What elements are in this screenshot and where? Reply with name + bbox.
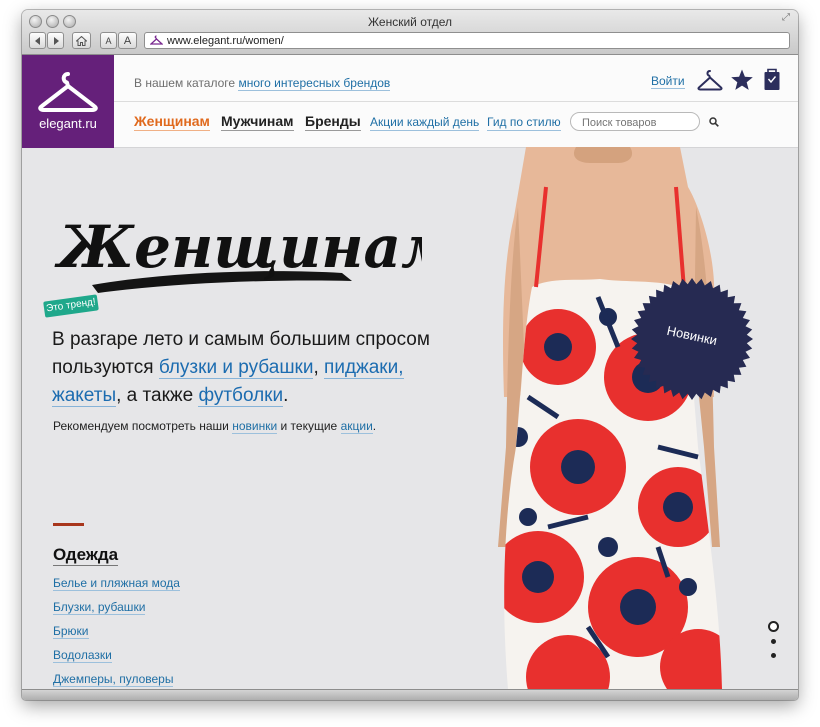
address-bar[interactable]: www.elegant.ru/women/ [144, 32, 790, 49]
header-divider [114, 101, 798, 102]
recommend-text: Рекомендуем посмотреть наши новинки и те… [53, 419, 377, 434]
home-icon [75, 35, 88, 46]
category-link-trousers[interactable]: Брюки [53, 624, 89, 639]
slider-dot-3[interactable] [771, 653, 776, 658]
slider-dot-2[interactable] [771, 639, 776, 644]
hanger-icon[interactable] [697, 68, 723, 92]
nav-promo[interactable]: Акции каждый день [370, 115, 480, 131]
nav-men[interactable]: Мужчинам [221, 112, 294, 131]
catalog-prefix: В нашем каталоге [134, 76, 236, 90]
new-arrivals-link[interactable]: новинки [232, 419, 278, 434]
window-title: Женский отдел [367, 15, 452, 29]
tshirts-link[interactable]: футболки [198, 385, 284, 407]
web-page: elegant.ru В нашем каталоге много интере… [22, 55, 798, 689]
forward-button[interactable] [47, 32, 64, 49]
nav-brands[interactable]: Бренды [305, 112, 361, 131]
clothing-heading[interactable]: Одежда [53, 545, 119, 566]
star-icon[interactable] [730, 68, 754, 92]
lead-part-4: . [283, 385, 289, 406]
catalog-tagline: В нашем каталоге много интересных брендо… [134, 76, 391, 91]
logo-hanger-icon [38, 72, 98, 112]
nav-women[interactable]: Женщинам [134, 112, 210, 131]
fullscreen-icon[interactable]: ⤢ [782, 13, 792, 23]
hero-script-title: Женщинам [54, 213, 422, 293]
browser-window: Женский отдел ⤢ A A www.elegant.ru/women… [22, 10, 798, 700]
url-text: www.elegant.ru/women/ [167, 35, 284, 47]
hero-lead-text: В разгаре лето и самым большим спросом п… [52, 326, 472, 410]
model-photo [498, 147, 722, 689]
recommend-part-2: и текущие [277, 419, 341, 433]
status-bar [22, 689, 798, 700]
promotions-link[interactable]: акции [340, 419, 373, 434]
lead-part-3: , а также [116, 385, 199, 406]
recommend-part-1: Рекомендуем посмотреть наши [53, 419, 233, 433]
favicon-hanger-icon [150, 35, 163, 45]
back-button[interactable] [29, 32, 46, 49]
section-accent-line [53, 523, 84, 526]
category-link-blouses[interactable]: Блузки, рубашки [53, 600, 146, 615]
hero-title-text: Женщинам [54, 213, 422, 281]
site-logo[interactable]: elegant.ru [22, 55, 114, 148]
slider-dot-1[interactable] [768, 621, 779, 632]
text-larger-button[interactable]: A [118, 32, 137, 49]
nav-style-guide[interactable]: Гид по стилю [487, 115, 561, 131]
home-button[interactable] [72, 32, 91, 49]
forward-arrow-icon [53, 37, 59, 45]
brands-catalog-link[interactable]: много интересных брендов [238, 76, 391, 91]
search-icon[interactable] [709, 117, 719, 127]
lead-part-2: , [313, 357, 325, 378]
blouses-link[interactable]: блузки и рубашки [158, 357, 314, 379]
login-link[interactable]: Войти [651, 74, 685, 89]
search-input[interactable] [570, 112, 700, 131]
category-link-jumpers[interactable]: Джемперы, пуловеры [53, 672, 174, 687]
category-link-turtlenecks[interactable]: Водолазки [53, 648, 112, 663]
recommend-part-3: . [372, 419, 377, 433]
back-arrow-icon [34, 37, 40, 45]
site-header: elegant.ru В нашем каталоге много интере… [22, 55, 798, 148]
logo-text: elegant.ru [39, 116, 97, 131]
new-arrivals-badge[interactable] [630, 277, 754, 401]
text-smaller-button[interactable]: A [100, 32, 117, 49]
bag-icon[interactable] [762, 68, 782, 92]
category-link-lingerie[interactable]: Белье и пляжная мода [53, 576, 180, 591]
title-bar: Женский отдел ⤢ A A www.elegant.ru/women… [22, 10, 798, 55]
